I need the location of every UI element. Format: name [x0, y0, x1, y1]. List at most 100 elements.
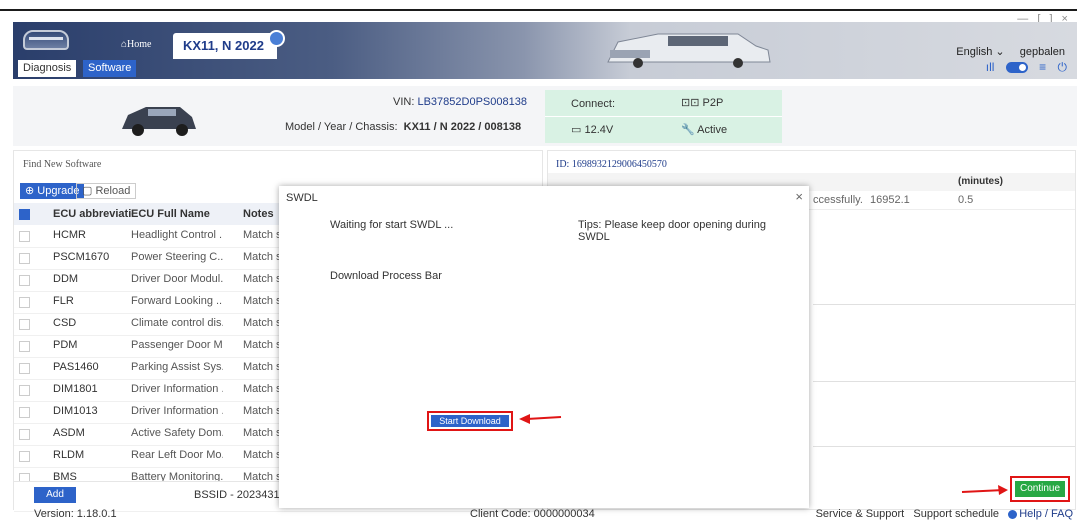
ecu-full-name: Power Steering C...	[131, 251, 223, 263]
ecu-full-name: Passenger Door M...	[131, 339, 223, 351]
ecu-abbr: DIM1801	[53, 383, 98, 395]
model-year-chassis: Model / Year / Chassis: KX11 / N 2022 / …	[285, 121, 521, 133]
status-value: Active	[697, 124, 728, 136]
ecu-abbr: RLDM	[53, 449, 85, 461]
divider	[813, 446, 1075, 447]
row-checkbox[interactable]	[19, 319, 30, 330]
power-icon[interactable]: ⏻	[1058, 60, 1068, 74]
tips-text: Tips: Please keep door opening during SW…	[578, 219, 766, 243]
vin-value: LB37852D0PS008138	[417, 96, 527, 108]
mys-value: KX11 / N 2022 / 008138	[403, 121, 522, 133]
col-ecu-name: ECU Full Name	[131, 208, 210, 220]
version-label: Version: 1.18.0.1	[34, 508, 117, 520]
col-notes: Notes	[243, 208, 274, 220]
col-minutes: (minutes)	[958, 176, 1003, 187]
nav-bar: Diagnosis Software ıll ≡ ⏻	[13, 58, 1077, 79]
ecu-notes: Match su	[243, 339, 281, 351]
ecu-full-name: Driver Information ...	[131, 405, 223, 417]
support-links: Service & Support Support schedule Help …	[816, 508, 1073, 520]
signal-icon: ıll	[985, 60, 995, 74]
ecu-full-name: Rear Left Door Mo...	[131, 449, 223, 461]
ecu-abbr: FLR	[53, 295, 74, 307]
mys-label: Model / Year / Chassis:	[285, 121, 398, 133]
row-checkbox[interactable]	[19, 363, 30, 374]
process-bar-label: Download Process Bar	[330, 270, 442, 282]
language-label: English	[956, 46, 993, 58]
vehicle-model-tab[interactable]: KX11, N 2022	[173, 30, 285, 59]
select-all-checkbox[interactable]	[19, 209, 30, 220]
voltage-value: 12.4V	[584, 124, 614, 136]
vehicle-image	[122, 107, 196, 136]
connect-mode-value: P2P	[702, 97, 724, 109]
waiting-text: Waiting for start SWDL ...	[330, 219, 454, 231]
vin-label: VIN:	[393, 96, 415, 108]
continue-button[interactable]: Continue	[1015, 481, 1065, 497]
connect-label: Connect:	[571, 98, 616, 110]
battery-icon: ▭	[571, 124, 585, 136]
row-checkbox[interactable]	[19, 253, 30, 264]
status-footer: Version: 1.18.0.1 Client Code: 000000003…	[0, 508, 1077, 520]
ecu-notes: Match su	[243, 229, 281, 241]
ecu-notes: Match su	[243, 427, 281, 439]
wrench-icon: 🔧	[681, 124, 698, 136]
row-checkbox[interactable]	[19, 297, 30, 308]
conn-divider	[545, 116, 782, 117]
swdl-dialog: SWDL × Waiting for start SWDL ... Tips: …	[279, 186, 809, 508]
ecu-notes: Match su	[243, 317, 281, 329]
help-faq-link[interactable]: Help / FAQ	[1019, 508, 1073, 520]
ecu-abbr: HCMR	[53, 229, 86, 241]
row-checkbox[interactable]	[19, 231, 30, 242]
divider	[813, 304, 1075, 305]
tab-software[interactable]: Software	[83, 60, 137, 77]
ecu-full-name: Active Safety Dom...	[131, 427, 223, 439]
ecu-full-name: Driver Information ...	[131, 383, 223, 395]
row-checkbox[interactable]	[19, 385, 30, 396]
ecu-notes: Match su	[243, 449, 281, 461]
row-checkbox[interactable]	[19, 341, 30, 352]
tab-diagnosis[interactable]: Diagnosis	[18, 60, 77, 77]
arrow-to-continue-icon	[961, 485, 1008, 495]
ecu-abbr: DIM1013	[53, 405, 98, 417]
row-minutes: 0.5	[958, 194, 974, 206]
start-download-highlight: Start Download	[427, 411, 513, 431]
ecu-notes: Match su	[243, 251, 281, 263]
top-border	[0, 9, 1077, 11]
upgrade-button[interactable]: ⊕ Upgrade	[20, 183, 85, 199]
session-id: ID: 1698932129006450570	[556, 159, 667, 170]
arrow-to-start-download-icon	[519, 414, 562, 424]
ecu-abbr: ASDM	[53, 427, 85, 439]
client-code: Client Code: 0000000034	[470, 508, 595, 520]
toggle-switch[interactable]	[1005, 62, 1028, 74]
p2p-icon: ⊡⊡	[681, 97, 703, 109]
start-download-button[interactable]: Start Download	[431, 415, 509, 427]
service-support-link[interactable]: Service & Support	[816, 508, 905, 520]
ecu-notes: Match su	[243, 295, 281, 307]
support-schedule-link[interactable]: Support schedule	[913, 508, 999, 520]
ecu-full-name: Climate control dis...	[131, 317, 223, 329]
ecu-notes: Match su	[243, 383, 281, 395]
reload-icon: ▢	[82, 185, 96, 197]
ecu-notes: Match su	[243, 273, 281, 285]
ecu-notes: Match su	[243, 405, 281, 417]
reload-button[interactable]: ▢ Reload	[76, 183, 137, 199]
row-checkbox[interactable]	[19, 407, 30, 418]
upgrade-icon: ⊕	[25, 185, 38, 197]
user-name[interactable]: gepbalen	[1020, 46, 1065, 58]
tab-close-icon[interactable]	[268, 30, 285, 47]
home-link[interactable]: ⌂Home	[121, 39, 151, 50]
reload-label: Reload	[95, 185, 131, 197]
vehicle-status: 🔧 Active	[681, 123, 727, 136]
row-checkbox[interactable]	[19, 275, 30, 286]
row-checkbox[interactable]	[19, 429, 30, 440]
toolbar-icons: ıll ≡ ⏻	[986, 60, 1067, 75]
ecu-full-name: Headlight Control ...	[131, 229, 223, 241]
language-selector[interactable]: English ⌄ gepbalen	[956, 45, 1065, 58]
continue-button-highlight: Continue	[1010, 476, 1070, 502]
close-icon[interactable]: ×	[795, 189, 803, 204]
add-button[interactable]: Add	[34, 487, 76, 503]
home-label: Home	[127, 39, 152, 50]
ecu-full-name: Parking Assist Sys...	[131, 361, 223, 373]
row-checkbox[interactable]	[19, 451, 30, 462]
menu-icon[interactable]: ≡	[1039, 60, 1046, 74]
divider	[813, 381, 1075, 382]
